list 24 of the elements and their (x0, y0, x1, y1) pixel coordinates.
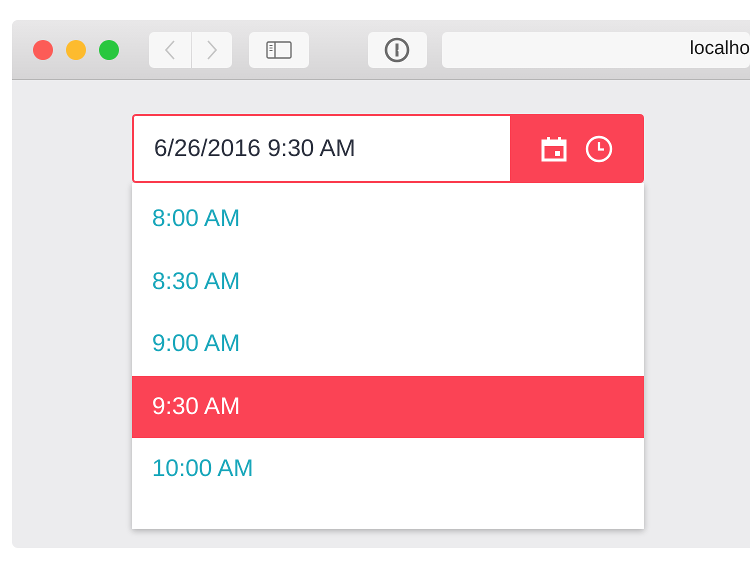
time-option[interactable]: 8:30 AM (132, 250, 644, 313)
back-button[interactable] (149, 32, 191, 68)
time-option[interactable]: 8:00 AM (132, 188, 644, 250)
sidebar-icon (266, 40, 292, 58)
time-option[interactable]: 10:00 AM (132, 438, 644, 500)
keyhole-icon (384, 36, 410, 62)
forward-button[interactable] (192, 32, 232, 68)
minimize-window-icon[interactable] (66, 40, 86, 60)
chevron-left-icon (165, 40, 175, 60)
sidebar-button[interactable] (249, 32, 309, 68)
clock-icon (585, 134, 613, 162)
address-bar[interactable]: localho (442, 32, 750, 68)
date-time-field[interactable]: 6/26/2016 9:30 AM (132, 114, 510, 183)
close-window-icon[interactable] (33, 40, 53, 60)
zoom-window-icon[interactable] (99, 40, 119, 60)
chevron-right-icon (207, 40, 217, 60)
time-option[interactable]: 9:30 AM (132, 376, 644, 438)
date-time-value: 6/26/2016 9:30 AM (154, 134, 356, 164)
calendar-icon (541, 136, 567, 162)
calendar-button[interactable] (541, 136, 567, 162)
password-manager-button[interactable] (368, 32, 427, 68)
clock-button[interactable] (585, 134, 613, 162)
address-text: localho (690, 37, 750, 62)
time-option[interactable]: 9:00 AM (132, 313, 644, 376)
